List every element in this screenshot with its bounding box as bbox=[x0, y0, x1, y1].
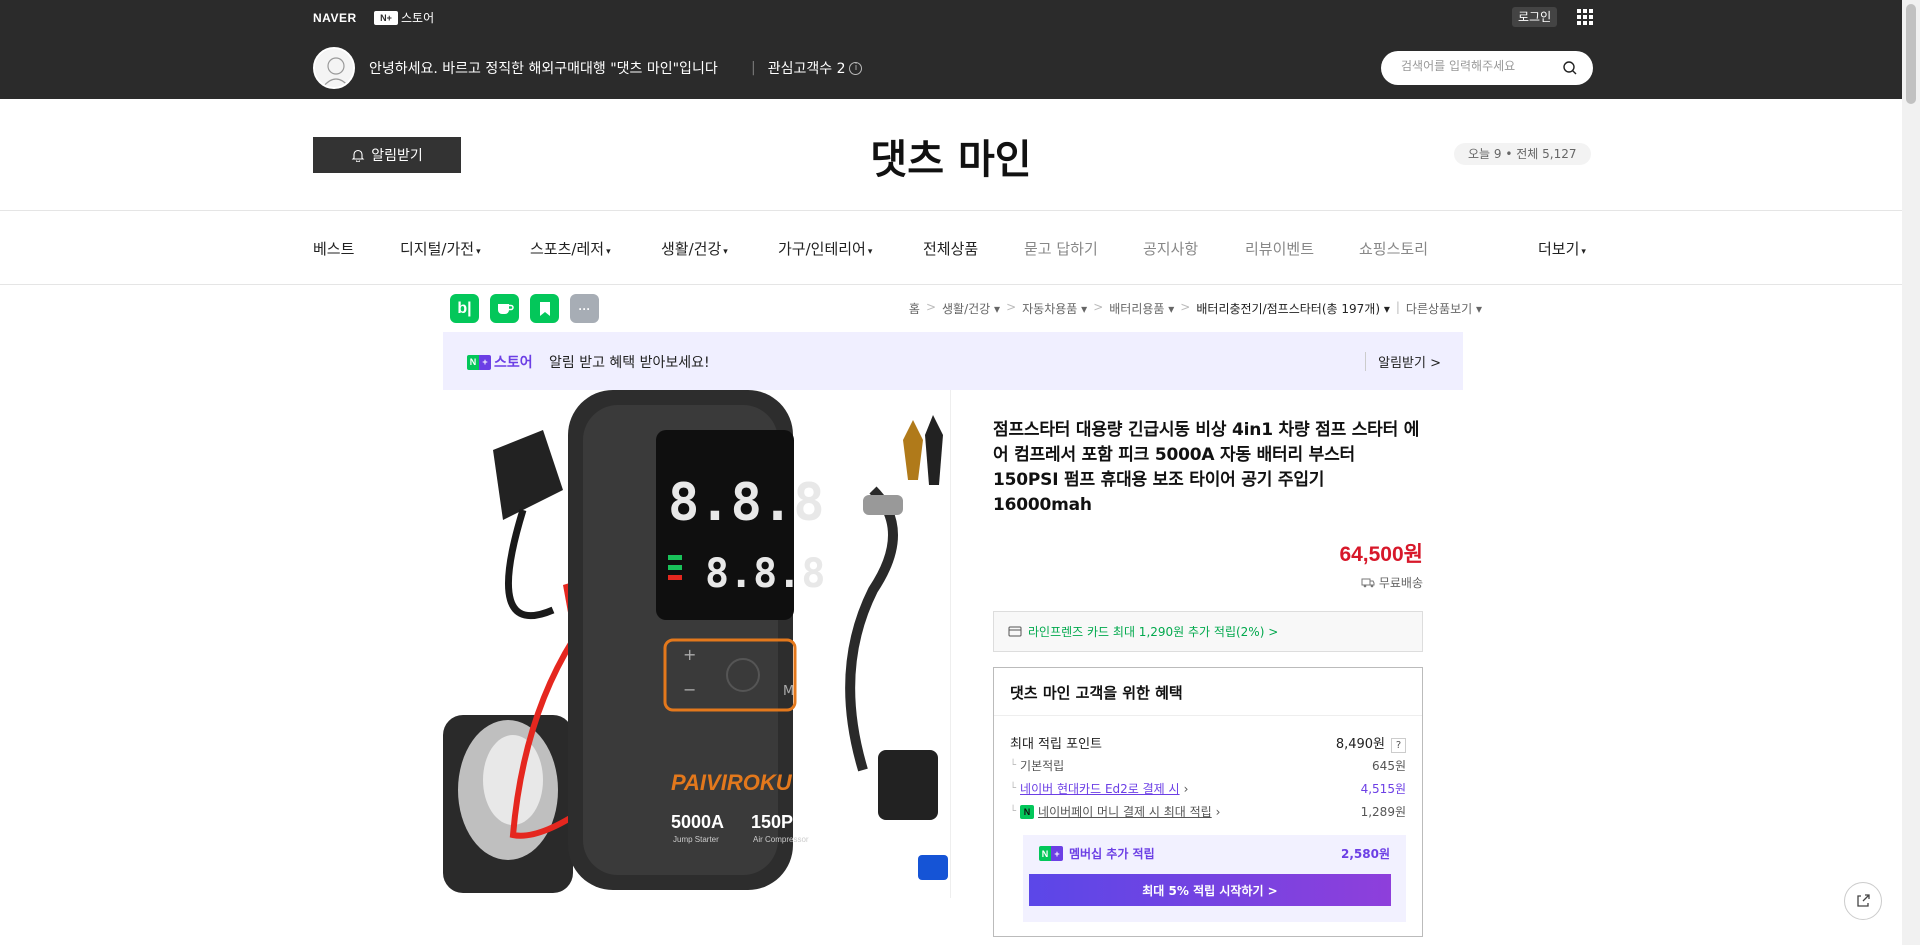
breadcrumb-car[interactable]: 자동차용품 ▾ bbox=[1022, 300, 1087, 317]
top-bar: NAVER N+ 스토어 로그인 안녕하세요. 바르고 정직한 해외구매대행 "… bbox=[0, 0, 1902, 99]
svg-text:Air Compressor: Air Compressor bbox=[753, 835, 809, 844]
svg-text:−: − bbox=[683, 680, 696, 699]
more-share-icon[interactable]: ··· bbox=[570, 294, 599, 323]
breadcrumb: 홈 > 생활/건강 ▾ > 자동차용품 ▾ > 배터리용품 ▾ > 배터리충전기/점프스… bbox=[908, 300, 1482, 317]
svg-text:8.8.8: 8.8.8 bbox=[668, 473, 825, 533]
nav-qna[interactable]: 묻고 답하기 bbox=[1024, 238, 1098, 259]
truck-icon bbox=[1361, 578, 1375, 588]
store-notify-banner: N + 스토어 알림 받고 혜택 받아보세요! 알림받기 > bbox=[443, 332, 1463, 390]
svg-text:8.8.8: 8.8.8 bbox=[705, 551, 825, 597]
svg-text:150PSI: 150PSI bbox=[751, 812, 810, 832]
naver-plus-store-logo: N + 스토어 bbox=[467, 352, 533, 372]
breadcrumb-living[interactable]: 생활/건강 ▾ bbox=[942, 300, 1000, 317]
naver-logo[interactable]: NAVER bbox=[313, 11, 357, 25]
npay-row[interactable]: └ N 네이버페이 머니 결제 시 최대 적립 › 1,289원 bbox=[1010, 803, 1406, 820]
membership-row: N + 멤버십 추가 적립 2,580원 bbox=[1039, 845, 1390, 862]
chevron-down-icon: ▾ bbox=[476, 247, 481, 257]
store-title[interactable]: 댓츠 마인 bbox=[0, 127, 1902, 185]
search-input[interactable] bbox=[1401, 59, 1561, 73]
page-scrollbar[interactable] bbox=[1902, 0, 1920, 945]
svg-text:PAIVIROKU: PAIVIROKU bbox=[671, 770, 793, 795]
nav-shopping-story[interactable]: 쇼핑스토리 bbox=[1359, 238, 1428, 259]
nav-all-products[interactable]: 전체상품 bbox=[923, 238, 978, 259]
nav-living[interactable]: 생활/건강 ▾ bbox=[661, 238, 728, 259]
basic-points-row: └ 기본적립 645원 bbox=[1010, 759, 1406, 773]
cafe-share-icon[interactable] bbox=[490, 294, 519, 323]
help-icon[interactable]: ? bbox=[1391, 738, 1406, 753]
product-image[interactable]: 8.8.8 8.8.8 + − M PAIVIROKU 5000A Jump S… bbox=[443, 390, 951, 898]
info-icon[interactable]: i bbox=[849, 61, 863, 75]
store-greeting: 안녕하세요. 바르고 정직한 해외구매대행 "댓츠 마인"입니다 bbox=[369, 61, 718, 77]
apps-grid-icon[interactable] bbox=[1577, 9, 1593, 25]
credit-card-icon bbox=[1008, 626, 1022, 637]
scrollbar-thumb[interactable] bbox=[1906, 4, 1916, 104]
svg-text:+: + bbox=[683, 645, 696, 664]
blog-share-icon[interactable]: b| bbox=[450, 294, 479, 323]
hyundai-card-row[interactable]: └ 네이버 현대카드 Ed2로 결제 시 › 4,515원 bbox=[1010, 780, 1406, 797]
membership-start-button[interactable]: 최대 5% 적립 시작하기 > bbox=[1029, 874, 1391, 906]
npay-icon: N bbox=[1020, 804, 1035, 819]
chevron-down-icon: ▾ bbox=[1581, 247, 1586, 257]
naver-plus-icon: N + bbox=[467, 354, 491, 370]
svg-text:5000A: 5000A bbox=[671, 812, 724, 832]
shipping-label: 무료배송 bbox=[1378, 576, 1423, 590]
login-button[interactable]: 로그인 bbox=[1512, 7, 1558, 27]
nav-best[interactable]: 베스트 bbox=[313, 238, 354, 259]
category-nav: 베스트 디지털/가전 ▾ 스포츠/레저 ▾ 생활/건강 ▾ 가구/인테리어 ▾ 전체상품… bbox=[0, 212, 1902, 285]
breadcrumb-current[interactable]: 배터리충전기/점프스타터(총 197개) ▾ bbox=[1196, 300, 1390, 317]
breadcrumb-battery[interactable]: 배터리용품 ▾ bbox=[1109, 300, 1174, 317]
nav-more[interactable]: 더보기 ▾ bbox=[1538, 238, 1586, 259]
store-header: 알림받기 댓츠 마인 오늘 9 • 전체 5,127 bbox=[0, 99, 1902, 211]
product-info: 점프스타터 대용량 긴급시동 비상 4in1 차량 점프 스타터 에어 컴프레서… bbox=[993, 418, 1423, 591]
svg-text:Jump Starter: Jump Starter bbox=[673, 835, 719, 844]
benefits-title: 댓츠 마인 고객을 위한 혜택 bbox=[994, 668, 1422, 716]
search-icon[interactable] bbox=[1563, 61, 1577, 75]
card-benefit-label: 라인프렌즈 카드 최대 1,290원 추가 적립(2%) > bbox=[1028, 625, 1279, 639]
share-icon bbox=[1857, 894, 1870, 907]
max-points-row: 최대 적립 포인트 8,490원? bbox=[1010, 733, 1406, 753]
store-avatar bbox=[313, 47, 355, 89]
store-link-label: 스토어 bbox=[401, 11, 435, 25]
npay-link[interactable]: 네이버페이 머니 결제 시 최대 적립 bbox=[1038, 803, 1212, 820]
hyundai-card-link[interactable]: 네이버 현대카드 Ed2로 결제 시 bbox=[1020, 780, 1180, 797]
naver-plus-icon: N + bbox=[1039, 846, 1063, 861]
naver-plus-store-link[interactable]: N+ 스토어 bbox=[374, 9, 434, 26]
banner-text: 알림 받고 혜택 받아보세요! bbox=[549, 355, 710, 371]
nav-sports[interactable]: 스포츠/레저 ▾ bbox=[530, 238, 611, 259]
product-title: 점프스타터 대용량 긴급시동 비상 4in1 차량 점프 스타터 에어 컴프레서… bbox=[993, 420, 1420, 515]
nav-notice[interactable]: 공지사항 bbox=[1143, 238, 1198, 259]
naver-plus-badge: N+ bbox=[374, 10, 398, 25]
chevron-down-icon: ▾ bbox=[723, 247, 728, 257]
breadcrumb-home[interactable]: 홈 bbox=[909, 300, 920, 317]
chevron-down-icon: ▾ bbox=[606, 247, 611, 257]
nav-digital[interactable]: 디지털/가전 ▾ bbox=[400, 238, 481, 259]
svg-text:M: M bbox=[783, 684, 794, 699]
fav-count-label: 관심고객수 2 bbox=[767, 61, 846, 77]
floating-share-button[interactable] bbox=[1844, 882, 1882, 920]
nav-review-event[interactable]: 리뷰이벤트 bbox=[1245, 238, 1314, 259]
shipping-info: 무료배송 bbox=[993, 574, 1423, 591]
nav-furniture[interactable]: 가구/인테리어 ▾ bbox=[778, 238, 872, 259]
benefits-box: 댓츠 마인 고객을 위한 혜택 최대 적립 포인트 8,490원? └ 기본적립 … bbox=[993, 667, 1423, 937]
visitor-count: 오늘 9 • 전체 5,127 bbox=[1454, 143, 1591, 165]
bookmark-share-icon[interactable] bbox=[530, 294, 559, 323]
search-box bbox=[1381, 51, 1593, 85]
card-benefit-link[interactable]: 라인프렌즈 카드 최대 1,290원 추가 적립(2%) > bbox=[993, 611, 1423, 652]
product-price: 64,500원 bbox=[1339, 543, 1423, 566]
breadcrumb-other-products[interactable]: 다른상품보기 ▾ bbox=[1406, 300, 1482, 317]
banner-notify-link[interactable]: 알림받기 > bbox=[1365, 352, 1441, 371]
chevron-down-icon: ▾ bbox=[867, 247, 873, 257]
membership-box: N + 멤버십 추가 적립 2,580원 최대 5% 적립 시작하기 > bbox=[1023, 835, 1406, 922]
interested-customers: | 관심고객수 2 i bbox=[751, 58, 863, 78]
share-icons: b| ··· bbox=[450, 294, 599, 323]
